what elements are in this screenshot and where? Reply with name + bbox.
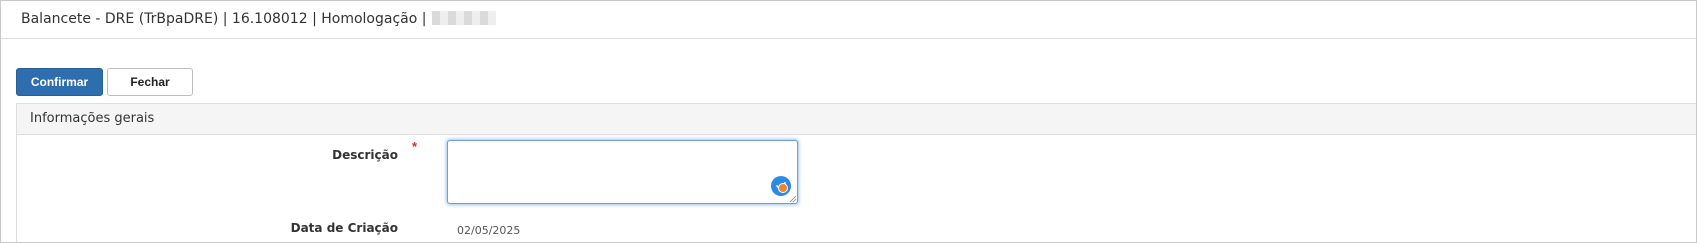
descricao-label: Descrição <box>332 148 398 162</box>
panel-header: Informações gerais <box>17 104 1696 135</box>
descricao-textarea[interactable] <box>448 141 797 203</box>
resize-handle-icon[interactable] <box>790 196 796 202</box>
status-dot-icon <box>778 183 788 193</box>
check-circle-icon[interactable] <box>771 176 791 196</box>
app-window: Balancete - DRE (TrBpaDRE) | 16.108012 |… <box>0 0 1697 243</box>
title-bar: Balancete - DRE (TrBpaDRE) | 16.108012 |… <box>1 1 1696 39</box>
page-title: Balancete - DRE (TrBpaDRE) | 16.108012 |… <box>21 10 497 27</box>
descricao-field-wrapper <box>447 140 798 204</box>
required-marker: * <box>412 139 418 154</box>
redacted-environment-block <box>432 10 497 25</box>
confirm-button[interactable]: Confirmar <box>16 68 103 96</box>
close-button[interactable]: Fechar <box>107 68 193 96</box>
page-title-text: Balancete - DRE (TrBpaDRE) | 16.108012 |… <box>21 11 427 27</box>
data-criacao-label: Data de Criação <box>290 221 398 235</box>
data-criacao-value: 02/05/2025 <box>457 224 521 237</box>
general-info-panel: Informações gerais <box>16 103 1696 242</box>
panel-title: Informações gerais <box>30 111 155 126</box>
